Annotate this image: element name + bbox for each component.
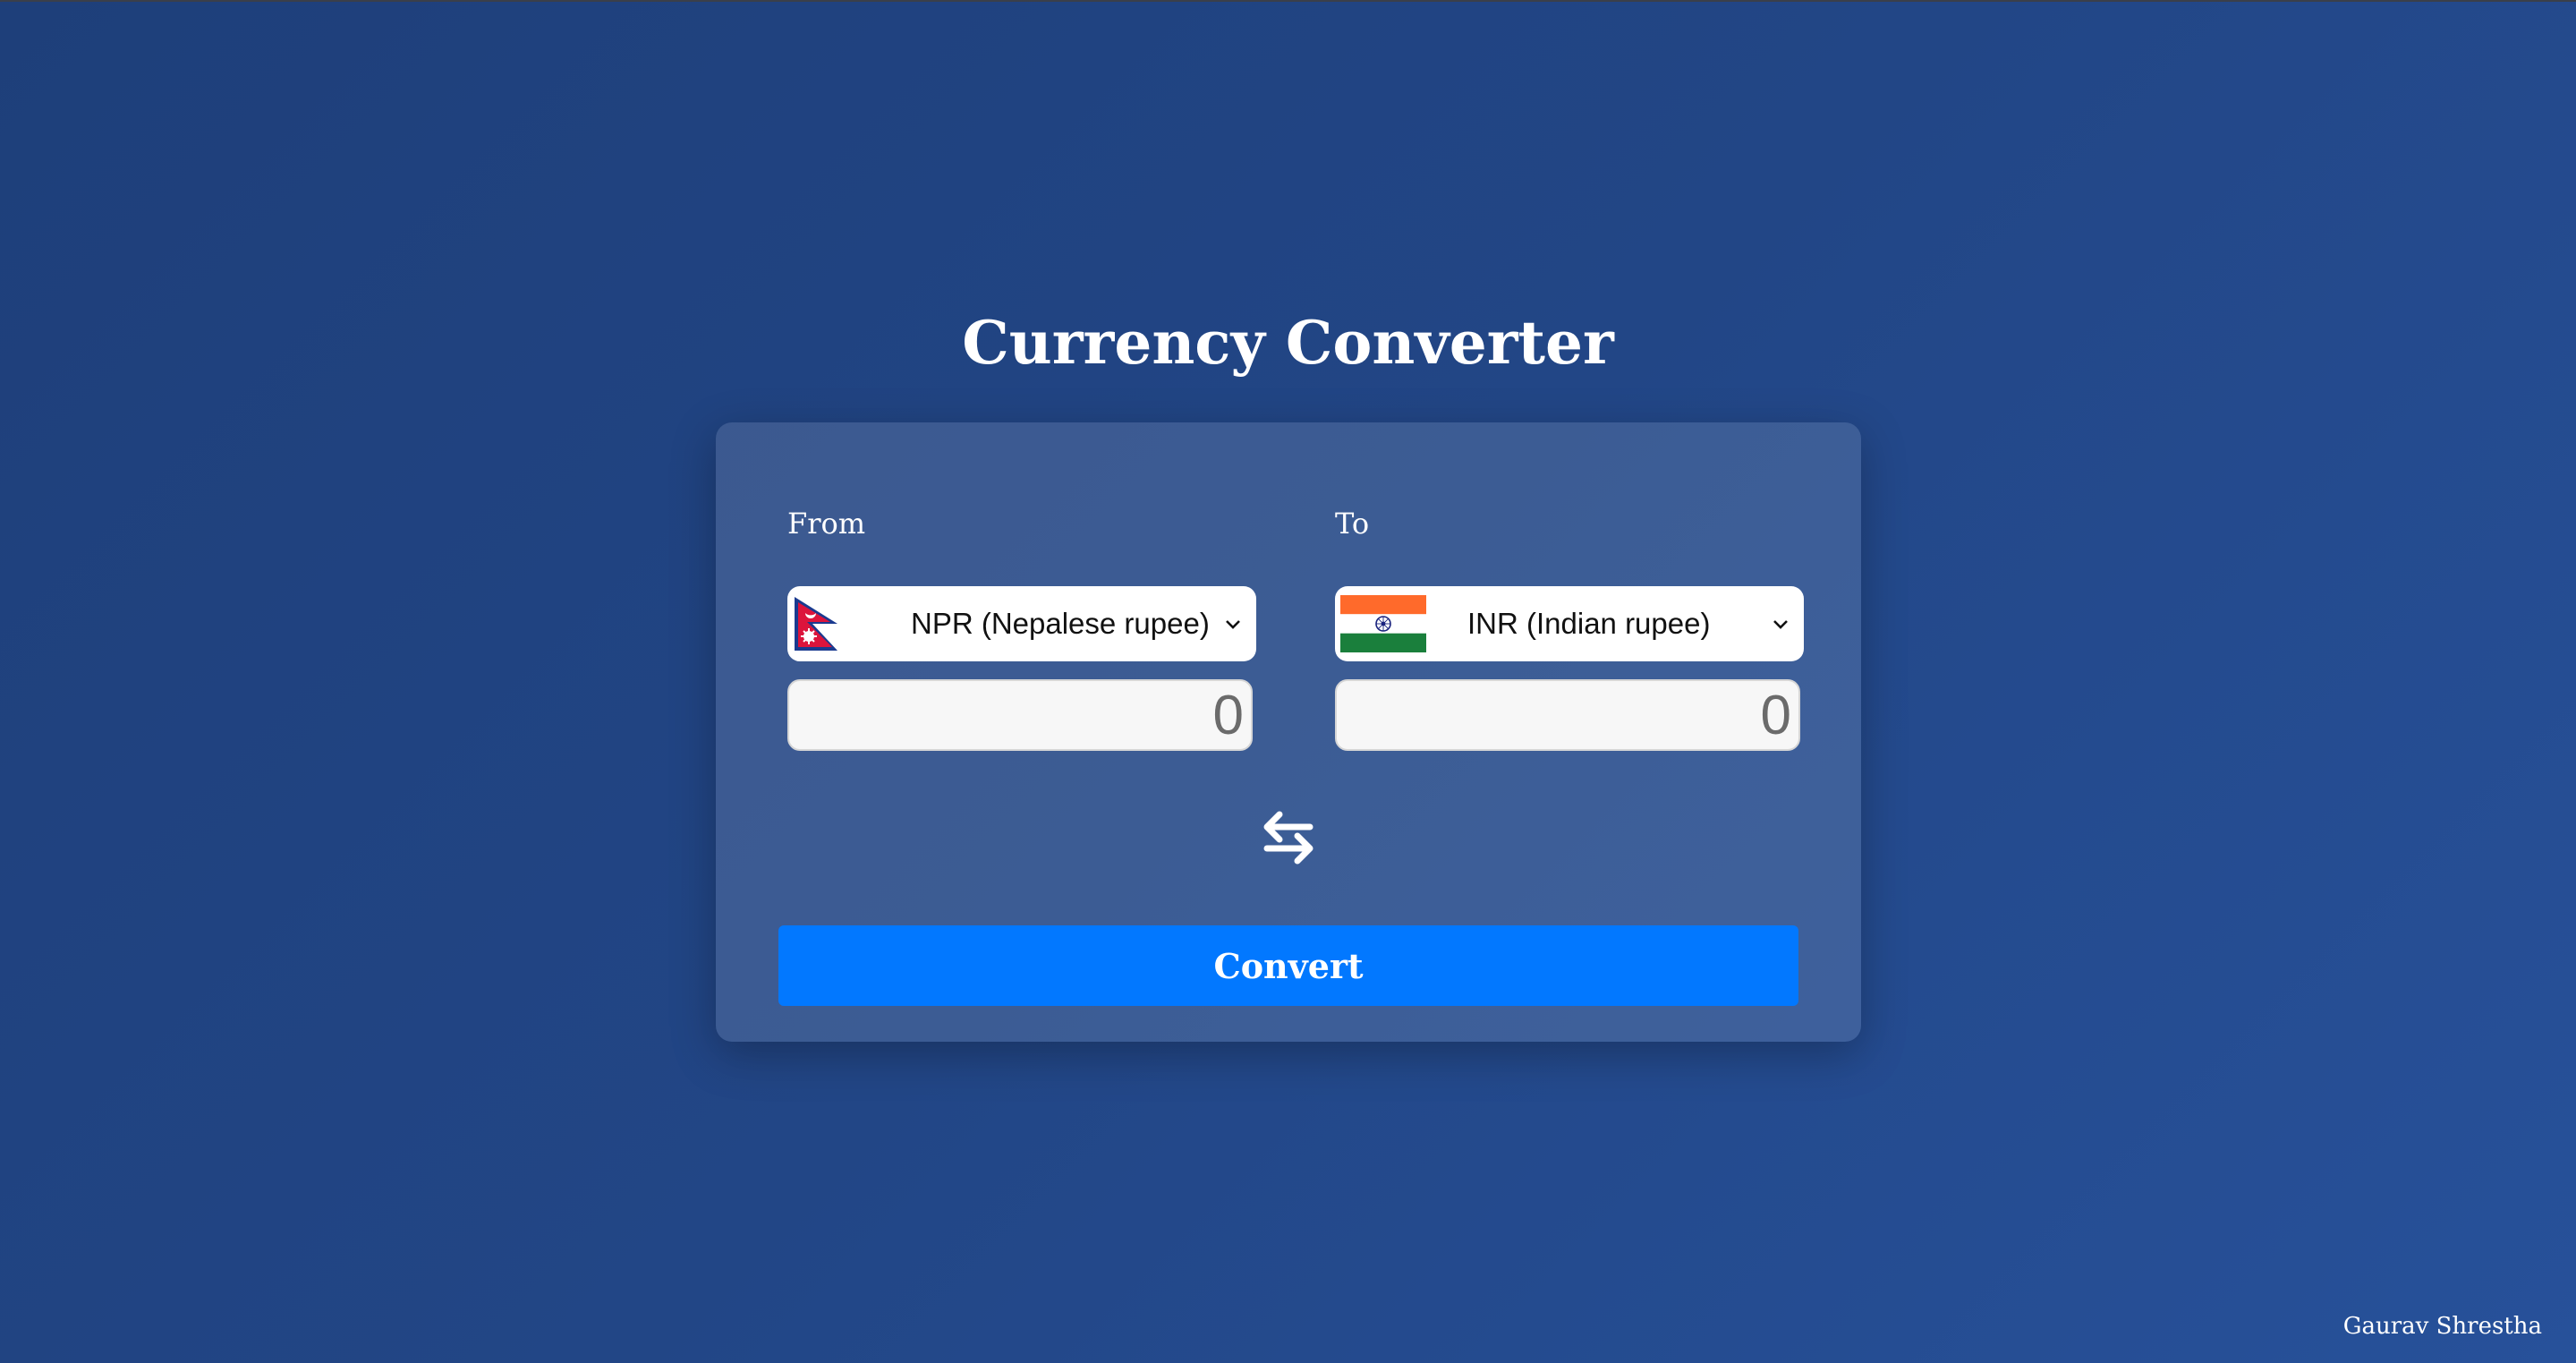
from-amount-input[interactable] [787,679,1253,751]
top-border [0,0,2576,2]
chevron-down-icon [1222,613,1244,635]
from-label: From [787,507,866,541]
from-currency-select[interactable]: NPR (Nepalese rupee) [787,586,1256,661]
india-flag-icon [1340,595,1426,656]
to-label: To [1335,507,1370,541]
author-credit: Gaurav Shrestha [2342,1313,2542,1340]
to-amount-input[interactable] [1335,679,1800,751]
nepal-flag-icon [793,595,843,656]
swap-arrows-icon [1256,811,1321,873]
page-title: Currency Converter [962,308,1614,378]
convert-button[interactable]: Convert [778,925,1798,1006]
swap-button[interactable] [1256,805,1321,870]
chevron-down-icon [1770,613,1791,635]
from-currency-value: NPR (Nepalese rupee) [911,607,1210,640]
to-currency-select[interactable]: INR (Indian rupee) [1335,586,1804,661]
to-currency-value: INR (Indian rupee) [1467,607,1711,640]
converter-card: From To NPR (Nepalese rupee) INR (Indian… [716,422,1861,1042]
